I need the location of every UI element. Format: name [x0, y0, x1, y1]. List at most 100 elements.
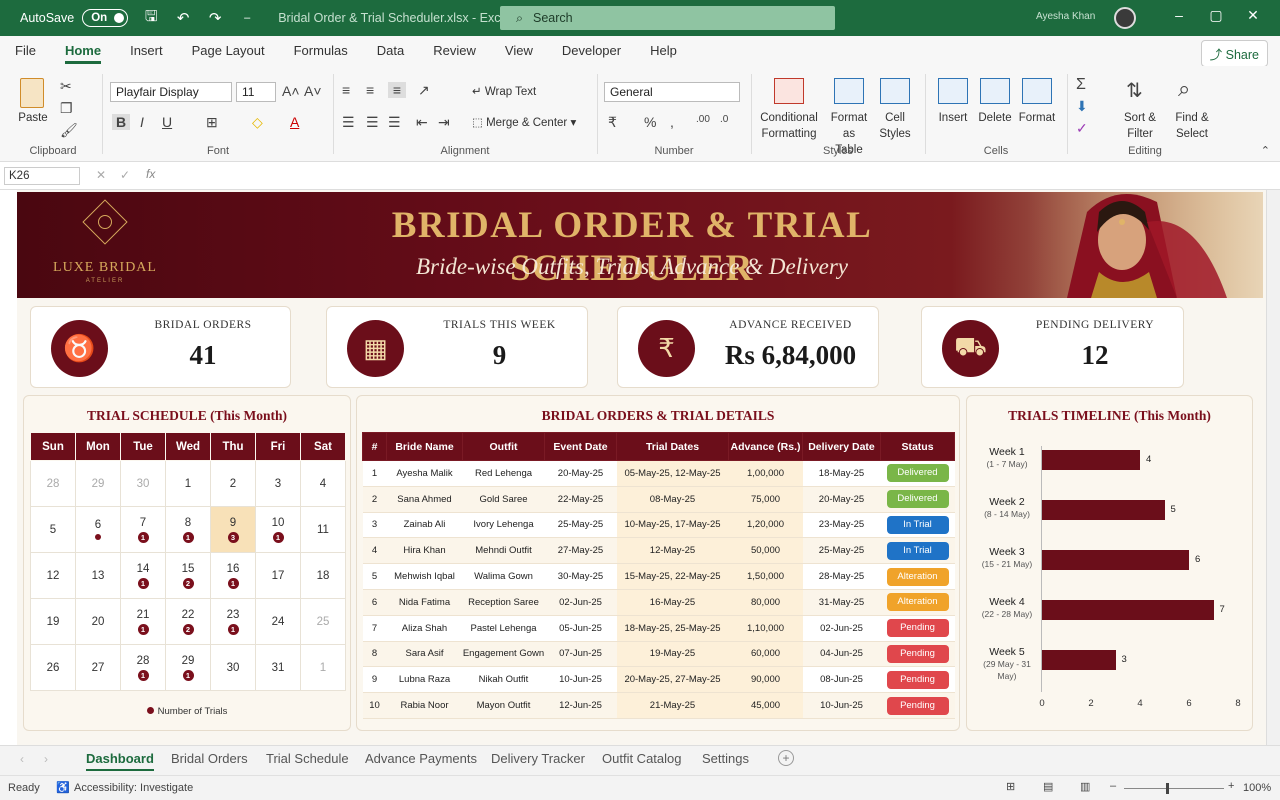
calendar-day[interactable]: 11 [300, 506, 346, 553]
tab-scroll-right-icon[interactable]: › [44, 752, 48, 766]
table-cell[interactable]: 50,000 [728, 537, 803, 565]
table-cell[interactable]: Pending [880, 666, 955, 694]
avatar[interactable] [1114, 7, 1136, 29]
number-format-select[interactable]: General [604, 82, 740, 102]
table-cell[interactable]: 7 [362, 615, 387, 642]
table-cell[interactable]: Sara Asif [386, 641, 463, 668]
calendar-day[interactable]: 16 1 [210, 552, 256, 599]
table-cell[interactable]: 1,50,000 [728, 563, 803, 590]
table-cell[interactable]: 16-May-25 [616, 589, 729, 616]
calendar-day[interactable]: 23 1 [210, 598, 256, 645]
column-header[interactable]: Delivery Date [802, 432, 881, 461]
calendar-day[interactable]: 29 1 [165, 644, 211, 691]
normal-view-icon[interactable]: ⊞ [1006, 780, 1015, 793]
calendar-day[interactable]: 12 [30, 552, 76, 599]
fill-icon[interactable]: ⬇ [1076, 98, 1088, 115]
align-right-icon[interactable]: ☰ [388, 114, 401, 131]
align-center-icon[interactable]: ☰ [366, 114, 379, 131]
calendar-day[interactable]: 14 1 [120, 552, 166, 599]
user-name[interactable]: Ayesha Khan [1036, 11, 1095, 22]
cut-icon[interactable]: ✂ [60, 78, 72, 95]
font-size-select[interactable]: 11 [236, 82, 276, 102]
find-select-button[interactable]: Find & Select [1166, 110, 1218, 142]
calendar-day[interactable]: 20 [75, 598, 121, 645]
table-cell[interactable]: Walima Gown [462, 563, 545, 590]
table-cell[interactable]: 1 [362, 460, 387, 487]
table-row[interactable]: 7 Aliza Shah Pastel Lehenga 05-Jun-25 18-May… [362, 615, 955, 642]
paste-button[interactable]: Paste [10, 110, 56, 126]
table-cell[interactable]: 18-May-25, 25-May-25 [616, 615, 729, 642]
table-cell[interactable]: Ayesha Malik [386, 460, 463, 487]
vertical-scrollbar[interactable] [1266, 190, 1280, 745]
calendar-day[interactable]: 93 [210, 506, 256, 553]
delete-cells-button[interactable]: Delete [972, 110, 1018, 126]
zoom-in-icon[interactable]: + [1228, 780, 1234, 792]
format-as-table-icon[interactable] [834, 78, 864, 104]
menu-help[interactable]: Help [635, 36, 691, 66]
zoom-slider[interactable] [1124, 788, 1224, 789]
table-cell[interactable]: 19-May-25 [616, 641, 729, 668]
table-cell[interactable]: 60,000 [728, 641, 803, 668]
column-header[interactable]: Bride Name [386, 432, 463, 461]
table-cell[interactable]: Ivory Lehenga [462, 512, 545, 539]
tab-settings[interactable]: Settings [702, 751, 749, 766]
table-cell[interactable]: 4 [362, 537, 387, 565]
borders-icon[interactable]: ⊞ [206, 114, 218, 131]
table-cell[interactable]: Pending [880, 641, 955, 668]
calendar-day[interactable]: 30 [120, 460, 166, 507]
enter-icon[interactable]: ✓ [120, 168, 130, 182]
table-cell[interactable]: Pending [880, 615, 955, 642]
table-cell[interactable]: 12-Jun-25 [544, 692, 617, 719]
format-cells-button[interactable]: Format [1014, 110, 1060, 126]
bold-icon[interactable]: B [112, 114, 130, 130]
zoom-slider-thumb[interactable] [1166, 783, 1169, 794]
table-cell[interactable]: 1,10,000 [728, 615, 803, 642]
zoom-level[interactable]: 100% [1243, 782, 1271, 794]
italic-icon[interactable]: I [140, 114, 144, 130]
calendar-day[interactable]: 30 [210, 644, 256, 691]
cancel-icon[interactable]: ✕ [96, 168, 106, 182]
increase-indent-icon[interactable]: ⇥ [438, 114, 450, 131]
chart-bar[interactable] [1042, 550, 1189, 570]
table-row[interactable]: 3 Zainab Ali Ivory Lehenga 25-May-25 10-May-… [362, 512, 955, 539]
calendar-day[interactable]: 21 1 [120, 598, 166, 645]
table-cell[interactable]: 10 [362, 692, 387, 719]
menu-developer[interactable]: Developer [547, 36, 635, 66]
format-cells-icon[interactable] [1022, 78, 1052, 104]
calendar-day[interactable]: 2 [210, 460, 256, 507]
table-cell[interactable]: Red Lehenga [462, 460, 545, 487]
table-cell[interactable]: 22-May-25 [544, 486, 617, 513]
table-cell[interactable]: 5 [362, 563, 387, 590]
undo-icon[interactable]: ↶ [174, 9, 192, 27]
conditional-formatting-button[interactable]: Conditional Formatting [754, 110, 824, 142]
table-row[interactable]: 9 Lubna Raza Nikah Outfit 10-Jun-25 20-May-2… [362, 666, 955, 694]
tab-dashboard[interactable]: Dashboard [86, 751, 154, 771]
calendar-day[interactable]: 4 [300, 460, 346, 507]
comma-icon[interactable]: , [670, 114, 674, 130]
table-cell[interactable]: 23-May-25 [802, 512, 881, 539]
align-bottom-icon[interactable]: ≡ [388, 82, 406, 98]
calendar-day[interactable]: 31 [255, 644, 301, 691]
table-cell[interactable]: Alteration [880, 563, 955, 590]
menu-data[interactable]: Data [362, 36, 418, 66]
table-cell[interactable]: Mehwish Iqbal [386, 563, 463, 590]
table-cell[interactable]: Mehndi Outfit [462, 537, 545, 565]
font-color-icon[interactable]: A [290, 114, 299, 130]
table-row[interactable]: 4 Hira Khan Mehndi Outfit 27-May-25 12-May-2… [362, 537, 955, 565]
table-cell[interactable]: 15-May-25, 22-May-25 [616, 563, 729, 590]
calendar-day[interactable]: 15 2 [165, 552, 211, 599]
calendar-day[interactable]: 24 [255, 598, 301, 645]
calendar-day[interactable]: 25 [300, 598, 346, 645]
calendar-day[interactable]: 26 [30, 644, 76, 691]
calendar-day[interactable]: 1 [165, 460, 211, 507]
table-row[interactable]: 1 Ayesha Malik Red Lehenga 20-May-25 05-May-… [362, 460, 955, 487]
column-header[interactable]: Trial Dates [616, 432, 729, 461]
tab-outfit-catalog[interactable]: Outfit Catalog [602, 751, 682, 766]
align-top-icon[interactable]: ≡ [342, 82, 350, 98]
tab-advance-payments[interactable]: Advance Payments [365, 751, 477, 766]
increase-decimal-icon[interactable]: .00 [696, 114, 710, 125]
cell-styles-icon[interactable] [880, 78, 910, 104]
customize-toolbar-icon[interactable]: – [238, 12, 256, 24]
calendar-day[interactable]: 28 1 [120, 644, 166, 691]
calendar-day[interactable]: 13 [75, 552, 121, 599]
